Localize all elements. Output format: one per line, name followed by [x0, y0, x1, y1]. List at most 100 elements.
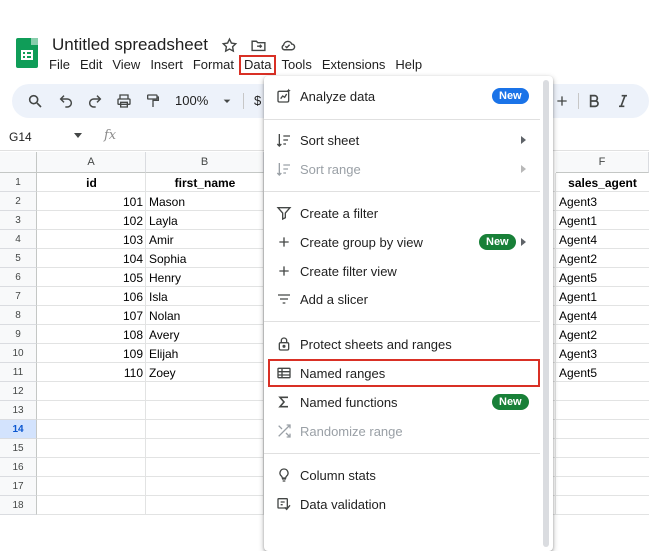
- menu-insert[interactable]: Insert: [145, 55, 188, 75]
- menu-item-randomize-range[interactable]: Randomize range: [264, 417, 540, 445]
- font-size-increase-icon[interactable]: [553, 92, 571, 110]
- column-header-f[interactable]: F: [556, 152, 649, 173]
- table-cell[interactable]: Isla: [146, 287, 264, 306]
- table-cell[interactable]: 110: [37, 363, 146, 382]
- menu-item-named-ranges[interactable]: Named ranges: [268, 359, 540, 387]
- table-cell[interactable]: Elijah: [146, 344, 264, 363]
- table-cell[interactable]: Avery: [146, 325, 264, 344]
- row-header[interactable]: 2: [0, 192, 37, 211]
- table-cell[interactable]: Agent2: [556, 325, 649, 344]
- menu-file[interactable]: File: [44, 55, 75, 75]
- table-cell[interactable]: 104: [37, 249, 146, 268]
- table-cell[interactable]: Agent3: [556, 192, 649, 211]
- menu-item-column-stats[interactable]: Column stats: [264, 461, 540, 489]
- name-box[interactable]: G14: [9, 130, 32, 144]
- table-cell[interactable]: 102: [37, 211, 146, 230]
- table-cell[interactable]: Agent5: [556, 268, 649, 287]
- move-to-folder-icon[interactable]: [248, 35, 268, 55]
- row-header[interactable]: 10: [0, 344, 37, 363]
- menu-edit[interactable]: Edit: [75, 55, 107, 75]
- row-header[interactable]: 16: [0, 458, 37, 477]
- table-cell[interactable]: 106: [37, 287, 146, 306]
- row-header[interactable]: 5: [0, 249, 37, 268]
- table-cell[interactable]: Agent4: [556, 230, 649, 249]
- menu-item-add-slicer[interactable]: Add a slicer: [264, 285, 540, 313]
- print-icon[interactable]: [115, 92, 133, 110]
- table-cell[interactable]: Sophia: [146, 249, 264, 268]
- menu-item-named-functions[interactable]: Named functions New: [264, 388, 540, 416]
- table-cell[interactable]: Agent4: [556, 306, 649, 325]
- menu-item-label: Create a filter: [300, 205, 379, 221]
- header-cell[interactable]: sales_agent: [556, 173, 649, 192]
- table-cell[interactable]: Mason: [146, 192, 264, 211]
- row-header[interactable]: 7: [0, 287, 37, 306]
- table-cell[interactable]: 101: [37, 192, 146, 211]
- row-header[interactable]: 1: [0, 173, 37, 192]
- select-all-corner[interactable]: [0, 152, 37, 173]
- menu-item-label: Sort range: [300, 161, 361, 177]
- table-cell[interactable]: Agent3: [556, 344, 649, 363]
- menu-item-sort-sheet[interactable]: Sort sheet: [264, 126, 540, 154]
- row-header[interactable]: 13: [0, 401, 37, 420]
- table-cell[interactable]: 108: [37, 325, 146, 344]
- menu-tools[interactable]: Tools: [276, 55, 316, 75]
- menu-data[interactable]: Data: [239, 55, 277, 75]
- row-header[interactable]: 17: [0, 477, 37, 496]
- cloud-saved-icon[interactable]: [277, 35, 297, 55]
- star-icon[interactable]: [219, 35, 239, 55]
- row-header[interactable]: 3: [0, 211, 37, 230]
- menu-format[interactable]: Format: [188, 55, 239, 75]
- document-title[interactable]: Untitled spreadsheet: [52, 35, 208, 55]
- paint-format-icon[interactable]: [144, 92, 162, 110]
- table-cell[interactable]: 105: [37, 268, 146, 287]
- row-header[interactable]: 9: [0, 325, 37, 344]
- table-cell[interactable]: 107: [37, 306, 146, 325]
- table-cell[interactable]: Agent1: [556, 211, 649, 230]
- sheets-logo-icon[interactable]: [16, 38, 38, 68]
- menu-item-data-validation[interactable]: Data validation: [264, 490, 540, 518]
- menu-item-analyze-data[interactable]: Analyze data New: [264, 82, 540, 110]
- menu-item-create-filter-view[interactable]: Create filter view: [264, 257, 540, 285]
- header-cell[interactable]: id: [37, 173, 146, 192]
- row-header[interactable]: 8: [0, 306, 37, 325]
- table-cell[interactable]: Amir: [146, 230, 264, 249]
- menu-item-sort-range[interactable]: Sort range: [264, 155, 540, 183]
- menu-item-create-filter[interactable]: Create a filter: [264, 199, 540, 227]
- table-cell[interactable]: Agent5: [556, 363, 649, 382]
- table-cell[interactable]: Layla: [146, 211, 264, 230]
- table-cell[interactable]: Agent1: [556, 287, 649, 306]
- currency-format-button[interactable]: $: [254, 93, 261, 108]
- search-menus-icon[interactable]: [26, 92, 44, 110]
- menu-item-label: Analyze data: [300, 88, 376, 104]
- zoom-select[interactable]: 100%: [175, 93, 208, 108]
- menu-scrollbar[interactable]: [543, 80, 549, 547]
- bold-icon[interactable]: [585, 92, 603, 110]
- table-cell[interactable]: 103: [37, 230, 146, 249]
- row-header[interactable]: 18: [0, 496, 37, 515]
- table-cell[interactable]: 109: [37, 344, 146, 363]
- column-header-a[interactable]: A: [37, 152, 146, 173]
- row-header[interactable]: 14: [0, 420, 37, 439]
- row-header[interactable]: 11: [0, 363, 37, 382]
- menu-item-protect-sheets[interactable]: Protect sheets and ranges: [264, 330, 540, 358]
- zoom-chevron-down-icon[interactable]: [218, 92, 236, 110]
- menu-view[interactable]: View: [107, 55, 145, 75]
- column-header-b[interactable]: B: [146, 152, 264, 173]
- table-cell[interactable]: Henry: [146, 268, 264, 287]
- row-header[interactable]: 6: [0, 268, 37, 287]
- header-cell[interactable]: first_name: [146, 173, 264, 192]
- row-header[interactable]: 4: [0, 230, 37, 249]
- row-header[interactable]: 12: [0, 382, 37, 401]
- row-header[interactable]: 15: [0, 439, 37, 458]
- name-box-chevron-down-icon[interactable]: [74, 133, 82, 138]
- menu-item-create-group-by-view[interactable]: Create group by view New: [264, 228, 540, 256]
- slicer-icon: [276, 291, 292, 307]
- menu-extensions[interactable]: Extensions: [317, 55, 391, 75]
- table-cell[interactable]: Agent2: [556, 249, 649, 268]
- table-cell[interactable]: Zoey: [146, 363, 264, 382]
- table-cell[interactable]: Nolan: [146, 306, 264, 325]
- italic-icon[interactable]: [614, 92, 632, 110]
- undo-icon[interactable]: [57, 92, 75, 110]
- redo-icon[interactable]: [86, 92, 104, 110]
- menu-help[interactable]: Help: [390, 55, 427, 75]
